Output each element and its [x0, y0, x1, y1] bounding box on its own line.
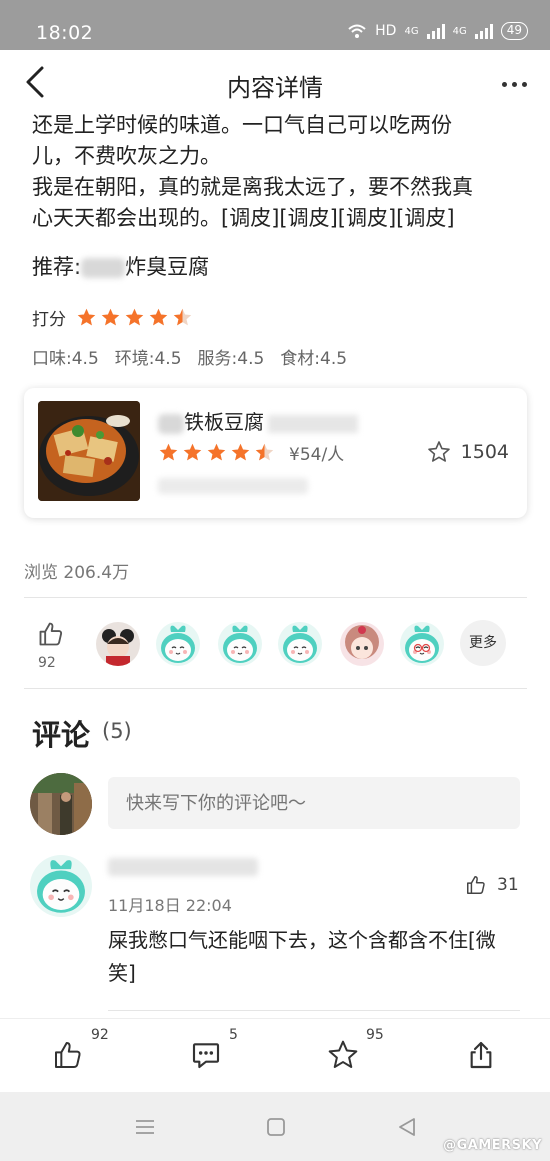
review-line: 儿，不费吹灰之力。	[32, 144, 221, 168]
favorite-action-button[interactable]	[327, 1039, 359, 1075]
review-text: 还是上学时候的味道。一口气自己可以吃两份 儿，不费吹灰之力。 我是在朝阳，真的就…	[32, 110, 532, 234]
signal-icon	[426, 23, 445, 39]
comment-like-count: 31	[497, 875, 519, 895]
like-count: 92	[38, 655, 56, 671]
score-label: 打分	[32, 310, 66, 330]
comment-time: 11月18日 22:04	[108, 896, 232, 915]
back-triangle-icon	[399, 1118, 415, 1136]
more-options-button[interactable]	[494, 70, 534, 98]
comments-count: (5)	[102, 719, 132, 743]
blurred-text	[158, 413, 184, 434]
recommend-label: 推荐:	[32, 255, 82, 279]
sub-scores: 口味:4.5 环境:4.5 服务:4.5 食材:4.5	[32, 344, 347, 369]
bottom-action-bar: 92 5 95	[0, 1018, 550, 1092]
like-button[interactable]	[36, 620, 66, 652]
divider	[24, 597, 527, 598]
star-icon	[100, 307, 121, 328]
status-time: 18:02	[36, 22, 94, 44]
signal-icon	[474, 23, 493, 39]
liker-avatar[interactable]	[278, 622, 322, 666]
review-line: 我是在朝阳，真的就是离我太远了，要不然我真	[32, 175, 473, 199]
star-icon	[182, 442, 203, 463]
nav-bar: 内容详情	[0, 50, 550, 116]
comment-input[interactable]	[108, 777, 520, 829]
menu-icon	[136, 1120, 154, 1134]
recommend-dish-name: 炸臭豆腐	[125, 255, 210, 279]
shop-price: ¥54/人	[289, 445, 345, 465]
liker-avatar[interactable]	[340, 622, 384, 666]
status-icons: HD 4G 4G 49	[347, 22, 528, 40]
favorite-count: 1504	[460, 441, 509, 463]
like-action-button[interactable]	[52, 1039, 84, 1075]
menu-button[interactable]	[134, 1116, 156, 1142]
home-button[interactable]	[265, 1116, 287, 1142]
liker-avatar[interactable]	[96, 622, 140, 666]
home-square-icon	[267, 1118, 285, 1136]
star-icon	[230, 442, 251, 463]
commenter-name[interactable]	[108, 858, 258, 876]
liker-avatar[interactable]	[400, 622, 444, 666]
star-rating	[158, 442, 275, 463]
star-icon	[124, 307, 145, 328]
share-button[interactable]	[465, 1039, 497, 1075]
star-icon	[172, 307, 193, 328]
shop-image	[38, 401, 140, 501]
divider	[24, 688, 527, 689]
avatar	[30, 773, 92, 835]
share-icon	[470, 1041, 492, 1069]
star-rating	[76, 307, 193, 328]
liker-avatar[interactable]	[218, 622, 262, 666]
signal-2-label: 4G	[452, 25, 467, 37]
comments-title: 评论	[32, 718, 91, 752]
star-icon	[148, 307, 169, 328]
blurred-text	[81, 258, 126, 278]
liker-avatar[interactable]	[156, 622, 200, 666]
view-count: 浏览 206.4万	[24, 563, 130, 583]
comment-text: 屎我憋口气还能咽下去，这个含都含不住[微笑]	[108, 928, 496, 985]
wifi-icon	[348, 24, 366, 38]
taste-score: 口味:4.5	[32, 349, 99, 369]
thumbs-up-icon	[39, 622, 63, 646]
review-line: 还是上学时候的味道。一口气自己可以吃两份	[32, 113, 452, 137]
ingredient-score: 食材:4.5	[280, 349, 348, 369]
more-likers-button[interactable]: 更多	[460, 620, 506, 666]
blurred-text	[158, 478, 308, 494]
blurred-text	[268, 414, 358, 433]
battery-icon: 49	[500, 22, 528, 40]
star-outline-icon	[427, 441, 450, 462]
star-icon	[158, 442, 179, 463]
star-outline-icon	[328, 1040, 358, 1068]
recommend-dish: 推荐: 炸臭豆腐	[32, 251, 209, 281]
comment-icon	[192, 1043, 220, 1069]
star-icon	[254, 442, 275, 463]
like-action-count: 92	[91, 1027, 109, 1043]
comment-action-button[interactable]	[190, 1039, 222, 1075]
hd-label: HD	[375, 23, 397, 39]
status-bar: 18:02 HD 4G 4G 49	[0, 0, 550, 50]
commenter-avatar[interactable]	[30, 855, 92, 917]
signal-1-label: 4G	[404, 25, 419, 37]
rating-row: 打分	[32, 305, 193, 330]
comment-action-count: 5	[229, 1027, 238, 1043]
divider	[108, 1010, 520, 1011]
review-line: 心天天都会出现的。[调皮][调皮][调皮][调皮]	[32, 206, 455, 230]
thumbs-up-icon	[55, 1042, 81, 1068]
comment-like-button[interactable]: 31	[465, 874, 519, 896]
shop-rating: ¥54/人	[158, 440, 344, 465]
watermark: @GAMERSKY	[443, 1138, 542, 1153]
system-back-button[interactable]	[396, 1116, 418, 1142]
thumbs-up-icon	[467, 876, 485, 894]
shop-favorite[interactable]: 1504	[427, 440, 509, 464]
environment-score: 环境:4.5	[114, 349, 182, 369]
shop-name[interactable]: 铁板豆腐	[158, 406, 358, 435]
shop-card[interactable]: 铁板豆腐 ¥54/人 1504	[24, 388, 527, 518]
star-icon	[206, 442, 227, 463]
service-score: 服务:4.5	[197, 349, 265, 369]
favorite-action-count: 95	[366, 1027, 384, 1043]
page-title: 内容详情	[227, 74, 323, 102]
star-icon	[76, 307, 97, 328]
